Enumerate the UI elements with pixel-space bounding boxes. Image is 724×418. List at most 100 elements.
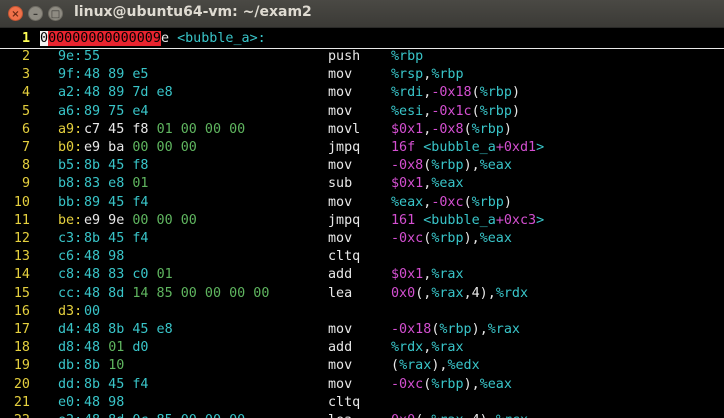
line-number: 13 [13, 249, 30, 265]
operand-token: %rbp [471, 121, 504, 137]
mnemonic: mov [328, 376, 353, 392]
window-titlebar[interactable]: × – □ linux@ubuntu64-vm: ~/exam2 [0, 0, 724, 28]
instruction-address: d3: [58, 303, 83, 319]
operands: 161 <bubble_a+0xc3> [391, 212, 544, 230]
operand-token: %rax [431, 340, 464, 356]
opcode-byte-group: 55 [84, 49, 101, 64]
window-title: linux@ubuntu64-vm: ~/exam2 [74, 4, 312, 20]
instruction-address: c6: [58, 249, 83, 265]
instruction-address: a9: [58, 121, 83, 137]
opcode-byte-group: 83 e8 [84, 176, 133, 192]
instruction-address: b5: [58, 158, 83, 174]
mnemonic: mov [328, 358, 353, 374]
line-number: 20 [13, 376, 30, 392]
opcode-bytes: e9 ba 00 00 00 [84, 139, 197, 157]
listing-line: 5 a6: 89 75 e4 mov %esi,-0x1c(%rbp) [0, 103, 724, 121]
opcode-byte-group: 8b 45 f8 [84, 158, 149, 174]
line-number: 22 [0, 412, 30, 418]
line-number: 1 [21, 31, 30, 46]
opcode-byte-group: 48 8d 0c 85 00 00 00 [84, 413, 245, 418]
operand-token: %rax [487, 322, 520, 337]
instruction-address: b0: [58, 140, 83, 155]
operands: %rbp [391, 48, 423, 66]
opcode-bytes: e9 9e 00 00 00 [84, 212, 197, 230]
listing-line: 16 d3: 00 [0, 303, 724, 321]
opcode-byte-group: 00 00 00 [132, 140, 197, 155]
operand-token: $0x1 [391, 121, 424, 137]
listing-line: 15 cc: 48 8d 14 85 00 00 00 00 lea 0x0(,%rax… [0, 285, 724, 303]
opcode-bytes: 48 8d 14 85 00 00 00 00 [84, 285, 269, 303]
opcode-bytes: 48 83 c0 01 [84, 266, 173, 284]
operand-token: $0x1 [391, 176, 424, 192]
operand-token: %eax [479, 376, 512, 392]
operands: %esi,-0x1c(%rbp) [391, 103, 520, 121]
opcode-byte-group: c7 45 f8 [84, 121, 157, 137]
instruction-address: d4: [58, 322, 83, 337]
operand-token: %rax [399, 358, 432, 374]
listing-line: 4 a2: 48 89 7d e8 mov %rdi,-0x18(%rbp) [0, 84, 724, 102]
operand-token: ) [511, 85, 520, 101]
opcode-byte-group: 00 00 00 [132, 212, 197, 228]
opcode-bytes: 8b 45 f4 [84, 230, 149, 248]
line-number: 21 [13, 394, 30, 410]
listing-line: 7 b0: e9 ba 00 00 00 jmpq 16f <bubble_a+0xd1… [0, 139, 724, 157]
instruction-address: dd: [58, 376, 83, 392]
operands: -0xc(%rbp),%eax [391, 376, 512, 394]
operands: -0xc(%rbp),%eax [391, 230, 512, 248]
maximize-button[interactable]: □ [48, 6, 63, 21]
instruction-address: b8: [58, 176, 83, 192]
line-number: 18 [13, 340, 30, 356]
line-number: 19 [13, 358, 30, 374]
line-number: 3 [21, 67, 30, 83]
listing-line: 13 c6: 48 98 cltq [0, 248, 724, 266]
listing-line: 18 d8: 48 01 d0 add %rdx,%rax [0, 339, 724, 357]
opcode-byte-group: 00 [84, 303, 101, 319]
operand-token: ) [503, 121, 512, 137]
operand-token: %eax [479, 231, 512, 246]
operand-token: 0x0 [391, 285, 416, 301]
opcode-byte-group: 01 00 00 00 [156, 121, 246, 137]
opcode-byte-group: 48 8b 45 e8 [84, 322, 173, 337]
operand-token: ) [511, 103, 520, 119]
opcode-bytes: 48 8b 45 e8 [84, 321, 173, 339]
mnemonic: mov [328, 103, 353, 119]
mnemonic: sub [328, 176, 353, 192]
operand-token: $0x1 [391, 267, 424, 283]
mnemonic: cltq [328, 249, 361, 265]
operand-token: <bubble_a [423, 140, 496, 155]
listing-line: 11 be: e9 9e 00 00 00 jmpq 161 <bubble_a+0xc… [0, 212, 724, 230]
opcode-bytes: 48 89 e5 [84, 66, 149, 84]
line-number: 11 [13, 212, 30, 228]
line-number: 12 [13, 231, 30, 246]
opcode-byte-group: 48 98 [84, 249, 125, 265]
operands: $0x1,%rax [391, 266, 464, 284]
terminal-content[interactable]: 1 000000000000009e <bubble_a>: 2 9e: 55 pus… [0, 28, 724, 418]
close-button[interactable]: × [8, 6, 23, 21]
search-highlight: 00000000000009 [48, 31, 161, 46]
operand-token: %rbp [391, 49, 424, 64]
opcode-byte-group: 8b 45 f4 [84, 231, 149, 246]
opcode-byte-group: 89 45 f4 [84, 194, 149, 210]
opcode-byte-group: 14 85 00 00 00 00 [132, 285, 270, 301]
operand-token: , [471, 376, 480, 392]
operand-token: -0x18 [391, 322, 432, 337]
opcode-bytes: 89 75 e4 [84, 103, 149, 121]
opcode-bytes: 48 01 d0 [84, 339, 149, 357]
opcode-byte-group: 10 [108, 358, 125, 374]
instruction-address: be: [58, 212, 83, 228]
mnemonic: mov [328, 231, 353, 246]
line-number: 15 [13, 285, 30, 301]
opcode-byte-group: 01 [132, 176, 149, 192]
minimize-button[interactable]: – [28, 6, 43, 21]
operand-token: (, [415, 285, 432, 301]
instruction-address: cc: [58, 285, 83, 301]
mnemonic: mov [328, 322, 353, 337]
operand-token: +0xc3 [495, 212, 537, 228]
operand-token: ) [503, 194, 512, 210]
operand-token: 161 [391, 212, 424, 228]
instruction-address: a6: [58, 103, 83, 119]
opcode-byte-group: 48 89 e5 [84, 67, 149, 83]
operand-token: %eax [431, 176, 464, 192]
instruction-address: e0: [58, 394, 83, 410]
operand-token: -0x1c [431, 103, 472, 119]
